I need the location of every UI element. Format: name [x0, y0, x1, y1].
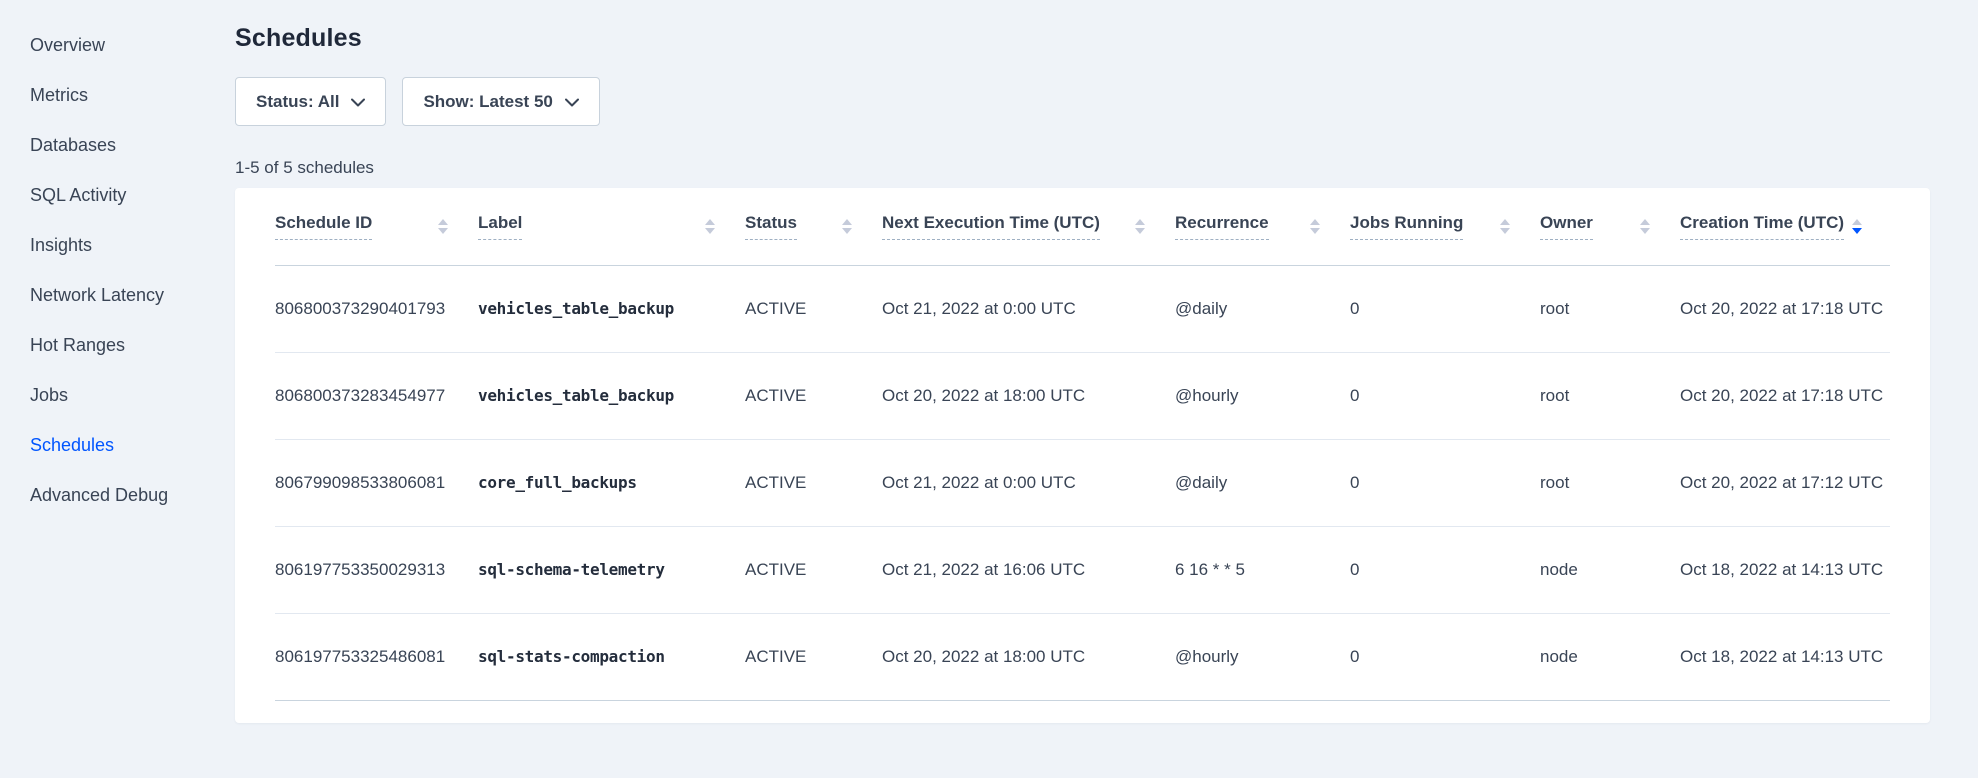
sidebar-item-insights[interactable]: Insights	[30, 220, 235, 270]
table-row: 806800373290401793 vehicles_table_backup…	[275, 265, 1890, 352]
cell-owner: root	[1540, 439, 1680, 526]
sort-icon-active-desc[interactable]	[1852, 219, 1862, 234]
cell-jobs-running: 0	[1350, 526, 1540, 613]
cell-recurrence: 6 16 * * 5	[1175, 526, 1350, 613]
cell-next-execution: Oct 20, 2022 at 18:00 UTC	[882, 352, 1175, 439]
show-filter-label: Show: Latest 50	[423, 92, 552, 112]
status-filter-label: Status: All	[256, 92, 339, 112]
sidebar-item-hot-ranges[interactable]: Hot Ranges	[30, 320, 235, 370]
sidebar-item-schedules[interactable]: Schedules	[30, 420, 235, 470]
table-header-row: Schedule ID Label Status Next Execution …	[275, 188, 1890, 265]
cell-label: vehicles_table_backup	[478, 265, 745, 352]
sort-icon[interactable]	[1500, 219, 1510, 234]
sort-icon[interactable]	[842, 219, 852, 234]
cell-status: ACTIVE	[745, 265, 882, 352]
cell-jobs-running: 0	[1350, 265, 1540, 352]
sidebar-item-overview[interactable]: Overview	[30, 20, 235, 70]
sort-icon[interactable]	[705, 219, 715, 234]
cell-label: core_full_backups	[478, 439, 745, 526]
cell-owner: node	[1540, 526, 1680, 613]
main-content: Schedules Status: All Show: Latest 50 1-…	[235, 0, 1978, 778]
column-header-jobs-running[interactable]: Jobs Running	[1350, 188, 1540, 265]
column-header-recurrence[interactable]: Recurrence	[1175, 188, 1350, 265]
cell-recurrence: @hourly	[1175, 613, 1350, 700]
page-title: Schedules	[235, 24, 1930, 53]
cell-owner: node	[1540, 613, 1680, 700]
schedules-table-card: Schedule ID Label Status Next Execution …	[235, 188, 1930, 723]
cell-status: ACTIVE	[745, 439, 882, 526]
chevron-down-icon	[565, 98, 579, 107]
results-count: 1-5 of 5 schedules	[235, 158, 1930, 178]
status-filter-dropdown[interactable]: Status: All	[235, 77, 386, 126]
cell-owner: root	[1540, 352, 1680, 439]
cell-recurrence: @daily	[1175, 265, 1350, 352]
column-header-label[interactable]: Label	[478, 188, 745, 265]
column-header-next-execution-time[interactable]: Next Execution Time (UTC)	[882, 188, 1175, 265]
cell-recurrence: @daily	[1175, 439, 1350, 526]
sidebar-item-advanced-debug[interactable]: Advanced Debug	[30, 470, 235, 520]
sidebar: Overview Metrics Databases SQL Activity …	[0, 0, 235, 778]
cell-next-execution: Oct 20, 2022 at 18:00 UTC	[882, 613, 1175, 700]
cell-creation-time: Oct 20, 2022 at 17:18 UTC	[1680, 265, 1890, 352]
cell-creation-time: Oct 18, 2022 at 14:13 UTC	[1680, 526, 1890, 613]
cell-status: ACTIVE	[745, 352, 882, 439]
sidebar-item-network-latency[interactable]: Network Latency	[30, 270, 235, 320]
column-header-schedule-id[interactable]: Schedule ID	[275, 188, 478, 265]
cell-creation-time: Oct 18, 2022 at 14:13 UTC	[1680, 613, 1890, 700]
cell-label: sql-schema-telemetry	[478, 526, 745, 613]
sidebar-item-databases[interactable]: Databases	[30, 120, 235, 170]
sort-icon[interactable]	[1310, 219, 1320, 234]
cell-jobs-running: 0	[1350, 613, 1540, 700]
table-row: 806197753350029313 sql-schema-telemetry …	[275, 526, 1890, 613]
cell-status: ACTIVE	[745, 526, 882, 613]
cell-jobs-running: 0	[1350, 352, 1540, 439]
sidebar-item-metrics[interactable]: Metrics	[30, 70, 235, 120]
table-row: 806799098533806081 core_full_backups ACT…	[275, 439, 1890, 526]
cell-jobs-running: 0	[1350, 439, 1540, 526]
cell-schedule-id: 806799098533806081	[275, 439, 478, 526]
cell-recurrence: @hourly	[1175, 352, 1350, 439]
cell-next-execution: Oct 21, 2022 at 0:00 UTC	[882, 439, 1175, 526]
sidebar-item-jobs[interactable]: Jobs	[30, 370, 235, 420]
cell-label: sql-stats-compaction	[478, 613, 745, 700]
cell-schedule-id: 806800373283454977	[275, 352, 478, 439]
table-row: 806800373283454977 vehicles_table_backup…	[275, 352, 1890, 439]
column-header-creation-time[interactable]: Creation Time (UTC)	[1680, 188, 1890, 265]
table-row: 806197753325486081 sql-stats-compaction …	[275, 613, 1890, 700]
column-header-status[interactable]: Status	[745, 188, 882, 265]
cell-creation-time: Oct 20, 2022 at 17:18 UTC	[1680, 352, 1890, 439]
cell-schedule-id: 806197753350029313	[275, 526, 478, 613]
chevron-down-icon	[351, 98, 365, 107]
sort-icon[interactable]	[438, 219, 448, 234]
sort-icon[interactable]	[1135, 219, 1145, 234]
cell-schedule-id: 806800373290401793	[275, 265, 478, 352]
filter-bar: Status: All Show: Latest 50	[235, 77, 1930, 126]
cell-schedule-id: 806197753325486081	[275, 613, 478, 700]
cell-status: ACTIVE	[745, 613, 882, 700]
cell-next-execution: Oct 21, 2022 at 16:06 UTC	[882, 526, 1175, 613]
show-filter-dropdown[interactable]: Show: Latest 50	[402, 77, 599, 126]
schedules-table: Schedule ID Label Status Next Execution …	[275, 188, 1890, 701]
cell-owner: root	[1540, 265, 1680, 352]
column-header-owner[interactable]: Owner	[1540, 188, 1680, 265]
cell-creation-time: Oct 20, 2022 at 17:12 UTC	[1680, 439, 1890, 526]
sidebar-item-sql-activity[interactable]: SQL Activity	[30, 170, 235, 220]
cell-label: vehicles_table_backup	[478, 352, 745, 439]
cell-next-execution: Oct 21, 2022 at 0:00 UTC	[882, 265, 1175, 352]
sort-icon[interactable]	[1640, 219, 1650, 234]
